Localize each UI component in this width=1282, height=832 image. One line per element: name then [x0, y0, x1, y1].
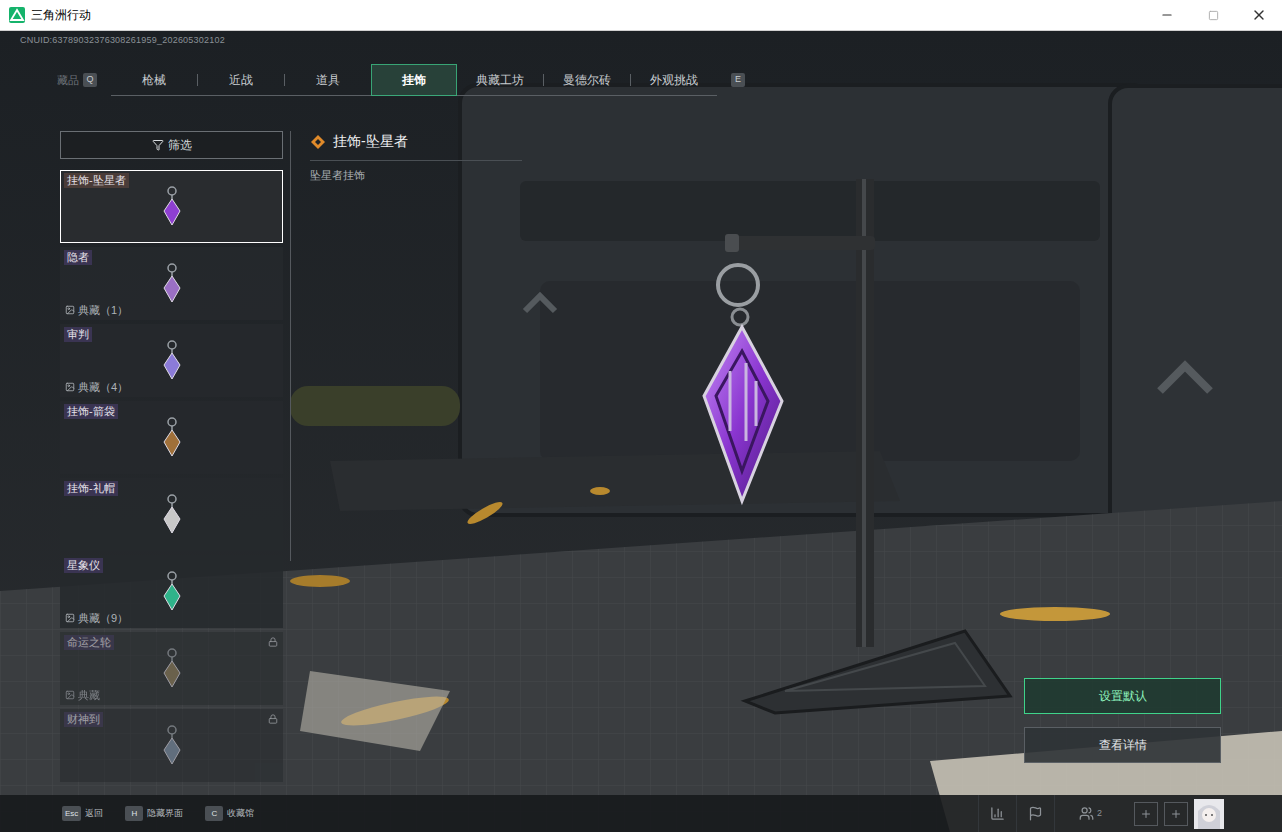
chart-icon: [990, 806, 1005, 821]
key-hint[interactable]: H隐藏界面: [125, 806, 183, 821]
item-thumbnail-icon: [157, 339, 187, 383]
lock-icon: [268, 714, 278, 724]
friends-icon: [1079, 806, 1094, 821]
tab[interactable]: 外观挑战: [631, 64, 717, 96]
item-thumbnail-icon: [157, 724, 187, 768]
avatar-icon[interactable]: [1194, 799, 1224, 829]
collection-badge: 典藏: [65, 688, 100, 702]
list-scrollbar[interactable]: [290, 131, 291, 561]
maximize-button[interactable]: [1190, 0, 1236, 31]
tab[interactable]: 近战: [198, 64, 284, 96]
friends-button[interactable]: 2: [1054, 795, 1126, 832]
collection-icon: [65, 690, 75, 700]
item-name: 审判: [64, 327, 92, 342]
item-card[interactable]: 财神到: [60, 709, 283, 782]
item-card[interactable]: 命运之轮典藏: [60, 632, 283, 705]
maximize-icon: [1208, 10, 1219, 21]
close-icon: [1251, 7, 1267, 23]
tab-bar: 枪械近战道具挂饰典藏工坊曼德尔砖外观挑战: [111, 64, 717, 96]
collection-badge: 典藏（9）: [65, 611, 128, 625]
tab[interactable]: 道具: [285, 64, 371, 96]
collection-badge: 典藏（4）: [65, 380, 128, 394]
window-title: 三角洲行动: [31, 6, 91, 24]
item-card[interactable]: 隐者典藏（1）: [60, 247, 283, 320]
minimize-button[interactable]: [1144, 0, 1190, 31]
invite-slot-button[interactable]: [1164, 802, 1188, 826]
tab[interactable]: 典藏工坊: [457, 64, 543, 96]
item-name: 星象仪: [64, 558, 103, 573]
footer-bar: Esc返回 H隐藏界面 C收藏馆 2: [0, 795, 1282, 832]
item-name: 财神到: [64, 712, 103, 727]
item-list: 挂饰-坠星者隐者典藏（1）审判典藏（4）挂饰-箭袋挂饰-礼帽星象仪典藏（9）命运…: [60, 170, 283, 795]
item-list-panel: 筛选挂饰-坠星者隐者典藏（1）审判典藏（4）挂饰-箭袋挂饰-礼帽星象仪典藏（9）…: [60, 131, 283, 795]
item-thumbnail-icon: [157, 493, 187, 537]
collection-badge: 典藏（1）: [65, 303, 128, 317]
next-tab-key[interactable]: E: [731, 73, 745, 87]
tab[interactable]: 挂饰: [371, 64, 457, 96]
rarity-icon: [310, 134, 326, 150]
view-details-button[interactable]: 查看详情: [1024, 727, 1221, 763]
tab-row: 藏品 Q 枪械近战道具挂饰典藏工坊曼德尔砖外观挑战 E: [57, 64, 1282, 96]
invite-slot-button[interactable]: [1134, 802, 1158, 826]
collection-screen: CNUID:63789032376308261959_202605302102 藏…: [0, 31, 1282, 832]
item-card[interactable]: 挂饰-箭袋: [60, 401, 283, 474]
game-logo-icon: [9, 7, 25, 23]
collection-icon: [65, 305, 75, 315]
tab[interactable]: 枪械: [111, 64, 197, 96]
tab[interactable]: 曼德尔砖: [544, 64, 630, 96]
detail-title: 挂饰-坠星者: [333, 131, 408, 152]
item-name: 挂饰-坠星者: [64, 173, 129, 188]
item-thumbnail-icon: [157, 570, 187, 614]
collection-icon: [65, 613, 75, 623]
item-card[interactable]: 审判典藏（4）: [60, 324, 283, 397]
item-card[interactable]: 挂饰-坠星者: [60, 170, 283, 243]
item-thumbnail-icon: [157, 262, 187, 306]
collection-icon: [65, 382, 75, 392]
stats-button[interactable]: [978, 795, 1016, 832]
content-row: 筛选挂饰-坠星者隐者典藏（1）审判典藏（4）挂饰-箭袋挂饰-礼帽星象仪典藏（9）…: [0, 131, 1282, 795]
minimize-icon: [1160, 8, 1174, 22]
title-bar: 三角洲行动: [0, 0, 1282, 31]
item-thumbnail-icon: [157, 185, 187, 229]
flag-button[interactable]: [1016, 795, 1054, 832]
uid-label: CNUID:63789032376308261959_202605302102: [0, 31, 1282, 46]
detail-subtitle: 坠星者挂饰: [310, 167, 522, 184]
plus-icon: [1140, 808, 1152, 820]
item-name: 隐者: [64, 250, 92, 265]
item-thumbnail-icon: [157, 647, 187, 691]
plus-icon: [1170, 808, 1182, 820]
prev-tab-key[interactable]: Q: [83, 73, 97, 87]
close-button[interactable]: [1236, 0, 1282, 31]
key-hint[interactable]: C收藏馆: [205, 806, 254, 821]
lock-icon: [268, 637, 278, 647]
key-hint[interactable]: Esc返回: [62, 806, 103, 821]
detail-header: 挂饰-坠星者坠星者挂饰: [310, 131, 522, 795]
item-thumbnail-icon: [157, 416, 187, 460]
filter-button[interactable]: 筛选: [60, 131, 283, 159]
item-name: 挂饰-箭袋: [64, 404, 118, 419]
set-default-button[interactable]: 设置默认: [1024, 678, 1221, 714]
page-title: 藏品: [57, 72, 79, 89]
action-buttons: 设置默认查看详情: [1024, 131, 1221, 795]
flag-icon: [1028, 806, 1043, 821]
filter-icon: [152, 139, 164, 151]
item-name: 挂饰-礼帽: [64, 481, 118, 496]
app-window: 三角洲行动 CNUID:63789032376308261959_20260530…: [0, 0, 1282, 832]
item-card[interactable]: 星象仪典藏（9）: [60, 555, 283, 628]
item-name: 命运之轮: [64, 635, 114, 650]
item-card[interactable]: 挂饰-礼帽: [60, 478, 283, 551]
